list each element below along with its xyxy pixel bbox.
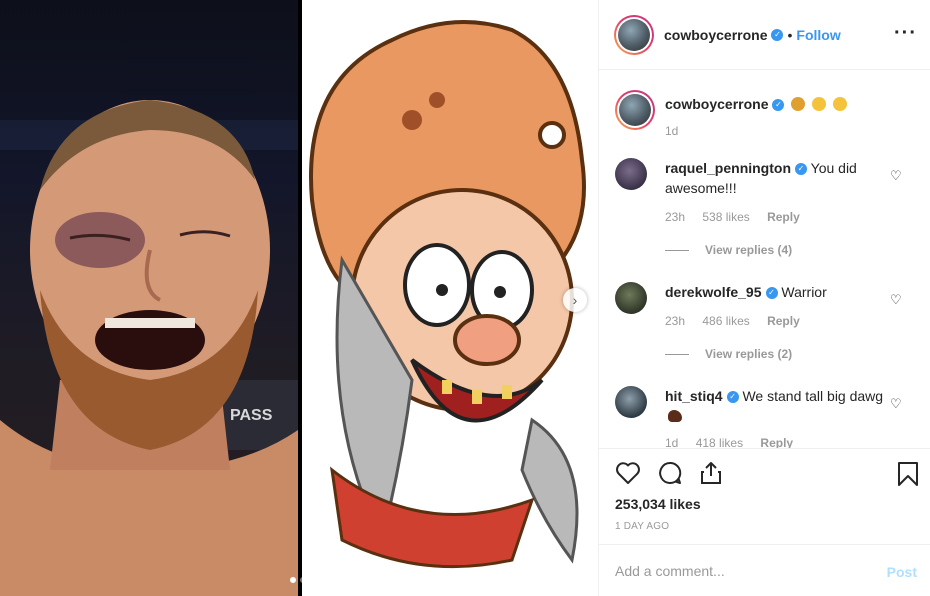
reply-button[interactable]: Reply	[760, 436, 793, 448]
confounded-face-icon	[812, 97, 827, 111]
replies-divider	[665, 353, 689, 355]
fighter-photo: PASS	[0, 0, 298, 596]
comment-time: 23h	[665, 314, 686, 328]
view-replies-button[interactable]: View replies (4)	[665, 243, 792, 257]
post-actions: 253,034 likes 1 DAY AGO	[599, 448, 930, 544]
post-timestamp[interactable]: 1 DAY AGO	[615, 521, 669, 532]
comment-time: 23h	[665, 210, 686, 224]
comment-meta: 23h 538 likes Reply	[665, 210, 814, 224]
like-comment-heart-icon[interactable]: ♡	[890, 292, 902, 308]
cartoon-cowboy-illustration	[302, 0, 598, 596]
verified-badge-icon: ✓	[771, 28, 784, 41]
comment-time: 1d	[665, 436, 679, 448]
caption-time: 1d	[665, 124, 679, 138]
post-sidebar: cowboycerrone ✓ • Follow ··· cowboycerro…	[598, 0, 930, 596]
view-replies-button[interactable]: View replies (2)	[665, 347, 792, 361]
comments-list[interactable]: cowboycerrone ✓ 1d raquel_pennington ✓ You…	[599, 70, 930, 448]
post-comment-button[interactable]: Post	[887, 564, 917, 580]
verified-badge-icon: ✓	[772, 99, 785, 112]
cowboy-face-icon	[791, 97, 806, 111]
more-options-icon[interactable]: ···	[894, 22, 917, 45]
svg-text:PASS: PASS	[230, 407, 273, 424]
commenter-avatar[interactable]	[615, 282, 647, 314]
comment-likes[interactable]: 486 likes	[702, 314, 749, 328]
author-avatar[interactable]	[614, 14, 654, 55]
comment-text: Warrior	[781, 284, 827, 300]
comment-username[interactable]: raquel_pennington	[665, 160, 791, 176]
carousel-indicator	[290, 577, 306, 583]
flexed-biceps-icon	[668, 410, 682, 422]
reply-button[interactable]: Reply	[767, 210, 800, 224]
comment-likes[interactable]: 538 likes	[702, 210, 749, 224]
carousel-next-icon[interactable]: ›	[563, 288, 587, 312]
comment-username[interactable]: derekwolfe_95	[665, 284, 762, 300]
author-username[interactable]: cowboycerrone	[664, 27, 767, 43]
verified-badge-icon: ✓	[795, 163, 807, 176]
caption-username[interactable]: cowboycerrone	[665, 96, 768, 112]
view-replies-label: View replies (4)	[705, 243, 793, 257]
verified-badge-icon: ✓	[726, 391, 739, 404]
comment-likes[interactable]: 418 likes	[696, 436, 743, 448]
tongue-out-face-icon	[833, 97, 848, 111]
carousel-dot	[300, 577, 306, 583]
follow-button[interactable]: Follow	[796, 27, 840, 43]
replies-divider	[665, 249, 689, 251]
post-media-carousel[interactable]: PASS ›	[0, 0, 598, 596]
comment-meta: 23h 486 likes Reply	[665, 314, 814, 328]
likes-count[interactable]: 253,034 likes	[615, 496, 701, 512]
reply-button[interactable]: Reply	[767, 314, 800, 328]
commenter-avatar[interactable]	[615, 158, 647, 190]
bookmark-icon[interactable]	[897, 461, 919, 487]
like-comment-heart-icon[interactable]: ♡	[890, 396, 902, 412]
like-comment-heart-icon[interactable]: ♡	[890, 168, 902, 184]
comment-username[interactable]: hit_stiq4	[665, 388, 723, 404]
share-icon[interactable]	[699, 461, 723, 485]
comment-text: We stand tall big dawg	[742, 388, 884, 404]
heart-icon[interactable]	[615, 461, 641, 485]
add-comment-input[interactable]	[615, 563, 865, 579]
comment-form: Post	[599, 544, 930, 596]
comment-icon[interactable]	[657, 461, 683, 485]
carousel-dot-active	[290, 577, 296, 583]
commenter-avatar[interactable]	[615, 386, 647, 418]
post-header: cowboycerrone ✓ • Follow ···	[599, 0, 930, 70]
header-separator: •	[787, 26, 793, 43]
verified-badge-icon: ✓	[765, 287, 778, 300]
view-replies-label: View replies (2)	[705, 347, 793, 361]
comment-meta: 1d 418 likes Reply	[665, 436, 807, 448]
caption-avatar[interactable]	[615, 90, 655, 130]
